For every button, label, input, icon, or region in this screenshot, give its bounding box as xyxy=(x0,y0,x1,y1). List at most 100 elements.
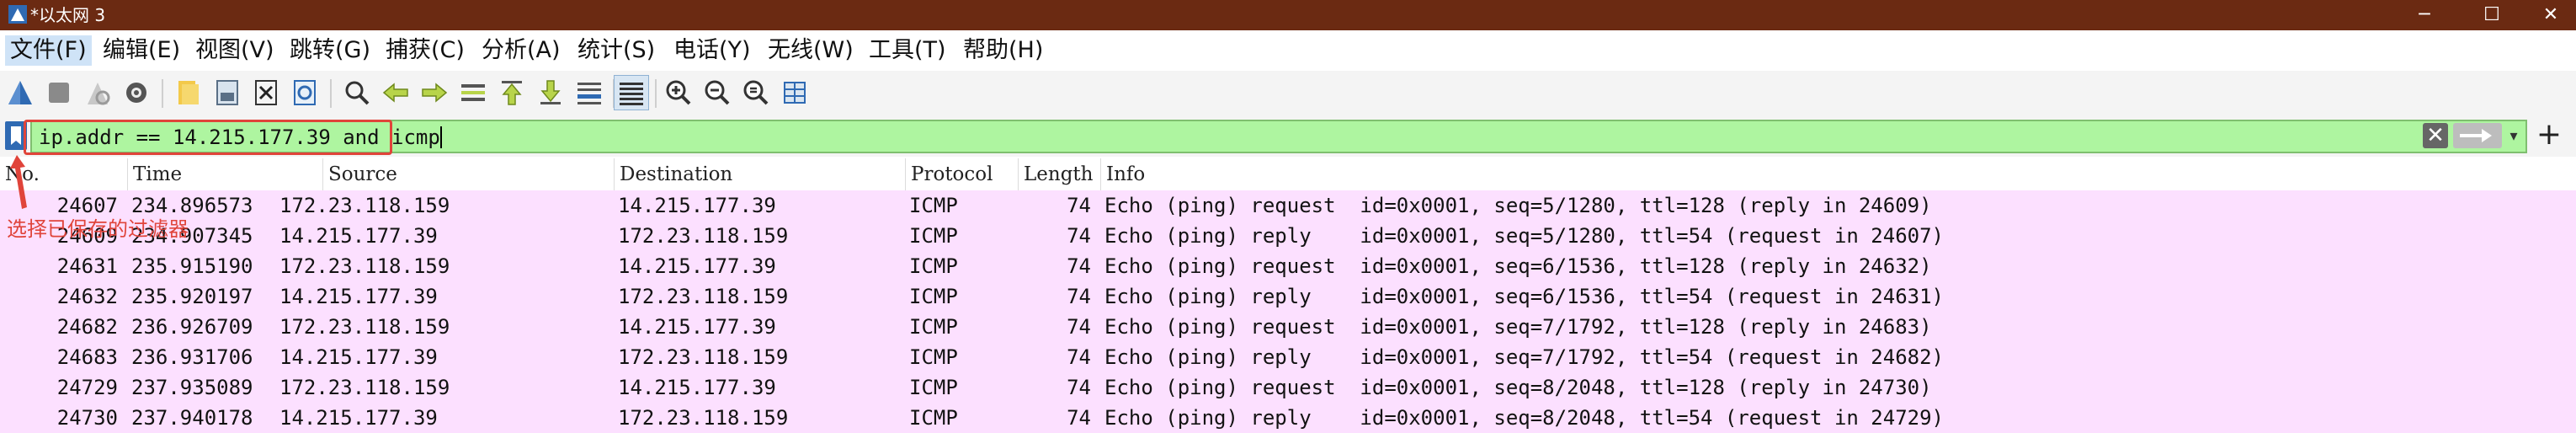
packet-protocol: ICMP xyxy=(909,194,958,217)
menu-help[interactable]: 帮助(H) xyxy=(958,35,1048,66)
zoom-in-icon[interactable] xyxy=(662,76,695,110)
add-filter-button[interactable]: + xyxy=(2532,118,2566,152)
menu-edit[interactable]: 编辑(E) xyxy=(98,35,185,66)
packet-protocol: ICMP xyxy=(909,224,958,248)
packet-source: 14.215.177.39 xyxy=(279,285,438,308)
packet-no: 24683 xyxy=(56,345,118,369)
packet-no: 24632 xyxy=(56,285,118,308)
packet-protocol: ICMP xyxy=(909,376,958,399)
filter-history-dropdown[interactable]: ▾ xyxy=(2504,126,2524,147)
auto-scroll-icon[interactable] xyxy=(572,76,606,110)
packet-list: 24607 234.896573 172.23.118.159 14.215.1… xyxy=(0,190,2576,433)
packet-source: 14.215.177.39 xyxy=(279,224,438,248)
packet-no: 24631 xyxy=(56,254,118,278)
display-filter-input[interactable]: ip.addr == 14.215.177.39 and icmp xyxy=(30,120,2527,153)
zoom-out-icon[interactable] xyxy=(700,76,734,110)
packet-time: 237.935089 xyxy=(131,376,253,399)
packet-destination: 172.23.118.159 xyxy=(618,285,789,308)
packet-protocol: ICMP xyxy=(909,315,958,339)
column-header-info[interactable]: Info xyxy=(1101,158,2576,190)
packet-info: Echo (ping) request id=0x0001, seq=5/128… xyxy=(1104,194,1932,217)
main-toolbar xyxy=(0,71,2576,116)
restart-capture-icon[interactable] xyxy=(81,76,114,110)
packet-source: 172.23.118.159 xyxy=(279,254,450,278)
zoom-normal-icon[interactable] xyxy=(739,76,773,110)
find-packet-icon[interactable] xyxy=(340,76,374,110)
column-header-time[interactable]: Time xyxy=(128,158,323,190)
packet-protocol: ICMP xyxy=(909,345,958,369)
packet-info: Echo (ping) request id=0x0001, seq=7/179… xyxy=(1104,315,1932,339)
packet-no: 24682 xyxy=(56,315,118,339)
annotation-label: 选择已保存的过滤器 xyxy=(7,217,189,241)
packet-destination: 14.215.177.39 xyxy=(618,194,776,217)
stop-capture-icon[interactable] xyxy=(42,76,76,110)
window-title: *以太网 3 xyxy=(30,5,106,25)
filter-highlight-box xyxy=(24,120,392,155)
menu-bar: 文件(F) 编辑(E) 视图(V) 跳转(G) 捕获(C) 分析(A) 统计(S… xyxy=(0,32,2576,71)
go-first-packet-icon[interactable] xyxy=(495,76,529,110)
text-caret xyxy=(439,126,442,148)
packet-row[interactable]: 24607 234.896573 172.23.118.159 14.215.1… xyxy=(0,190,2576,221)
packet-row[interactable]: 24631 235.915190 172.23.118.159 14.215.1… xyxy=(0,251,2576,281)
packet-source: 14.215.177.39 xyxy=(279,345,438,369)
title-bar: *以太网 3 ─ ☐ ✕ xyxy=(0,0,2576,30)
packet-destination: 14.215.177.39 xyxy=(618,376,776,399)
packet-length: 74 xyxy=(1067,254,1091,278)
go-last-packet-icon[interactable] xyxy=(534,76,567,110)
colorize-icon[interactable] xyxy=(614,75,649,110)
packet-row[interactable]: 24632 235.920197 14.215.177.39 172.23.11… xyxy=(0,281,2576,312)
packet-length: 74 xyxy=(1067,224,1091,248)
menu-wireless[interactable]: 无线(W) xyxy=(763,35,859,66)
packet-destination: 14.215.177.39 xyxy=(618,254,776,278)
maximize-button[interactable]: ☐ xyxy=(2458,0,2525,30)
column-header-source[interactable]: Source xyxy=(323,158,615,190)
go-to-packet-icon[interactable] xyxy=(456,76,490,110)
reload-file-icon[interactable] xyxy=(288,76,322,110)
menu-view[interactable]: 视图(V) xyxy=(190,35,279,66)
apply-filter-button[interactable] xyxy=(2453,123,2502,148)
wireshark-logo-icon xyxy=(8,5,27,24)
menu-analyze[interactable]: 分析(A) xyxy=(476,35,566,66)
packet-info: Echo (ping) request id=0x0001, seq=6/153… xyxy=(1104,254,1932,278)
packet-source: 172.23.118.159 xyxy=(279,376,450,399)
packet-list-header: No. Time Source Destination Protocol Len… xyxy=(0,158,2576,191)
go-back-icon[interactable] xyxy=(379,76,412,110)
packet-info: Echo (ping) reply id=0x0001, seq=5/1280,… xyxy=(1104,224,1944,248)
close-file-icon[interactable] xyxy=(249,76,283,110)
packet-info: Echo (ping) request id=0x0001, seq=8/204… xyxy=(1104,376,1932,399)
menu-capture[interactable]: 捕获(C) xyxy=(381,35,470,66)
packet-destination: 14.215.177.39 xyxy=(618,315,776,339)
packet-source: 172.23.118.159 xyxy=(279,194,450,217)
packet-no: 24729 xyxy=(56,376,118,399)
packet-row[interactable]: 24729 237.935089 172.23.118.159 14.215.1… xyxy=(0,372,2576,403)
packet-source: 172.23.118.159 xyxy=(279,315,450,339)
packet-protocol: ICMP xyxy=(909,254,958,278)
menu-telephony[interactable]: 电话(Y) xyxy=(668,35,756,66)
minimize-button[interactable]: ─ xyxy=(2391,0,2458,30)
clear-filter-button[interactable]: ✕ xyxy=(2423,123,2448,148)
packet-row[interactable]: 24609 234.907345 14.215.177.39 172.23.11… xyxy=(0,221,2576,251)
go-forward-icon[interactable] xyxy=(418,76,451,110)
packet-row[interactable]: 24683 236.931706 14.215.177.39 172.23.11… xyxy=(0,342,2576,372)
packet-length: 74 xyxy=(1067,285,1091,308)
packet-row[interactable]: 24682 236.926709 172.23.118.159 14.215.1… xyxy=(0,312,2576,342)
close-button[interactable]: ✕ xyxy=(2517,0,2576,30)
menu-tools[interactable]: 工具(T) xyxy=(864,35,951,66)
packet-length: 74 xyxy=(1067,345,1091,369)
capture-options-icon[interactable] xyxy=(120,76,153,110)
packet-time: 236.926709 xyxy=(131,315,253,339)
column-header-length[interactable]: Length xyxy=(1019,158,1101,190)
menu-file[interactable]: 文件(F) xyxy=(5,35,92,66)
menu-go[interactable]: 跳转(G) xyxy=(285,35,375,66)
resize-columns-icon[interactable] xyxy=(778,76,812,110)
annotation-arrow-icon xyxy=(10,155,27,209)
save-file-icon[interactable] xyxy=(210,76,244,110)
packet-destination: 172.23.118.159 xyxy=(618,224,789,248)
column-header-protocol[interactable]: Protocol xyxy=(906,158,1019,190)
menu-statistics[interactable]: 统计(S) xyxy=(572,35,660,66)
packet-time: 235.920197 xyxy=(131,285,253,308)
column-header-destination[interactable]: Destination xyxy=(615,158,906,190)
shark-fin-start-icon[interactable] xyxy=(3,76,37,110)
packet-protocol: ICMP xyxy=(909,285,958,308)
open-file-icon[interactable] xyxy=(172,76,205,110)
